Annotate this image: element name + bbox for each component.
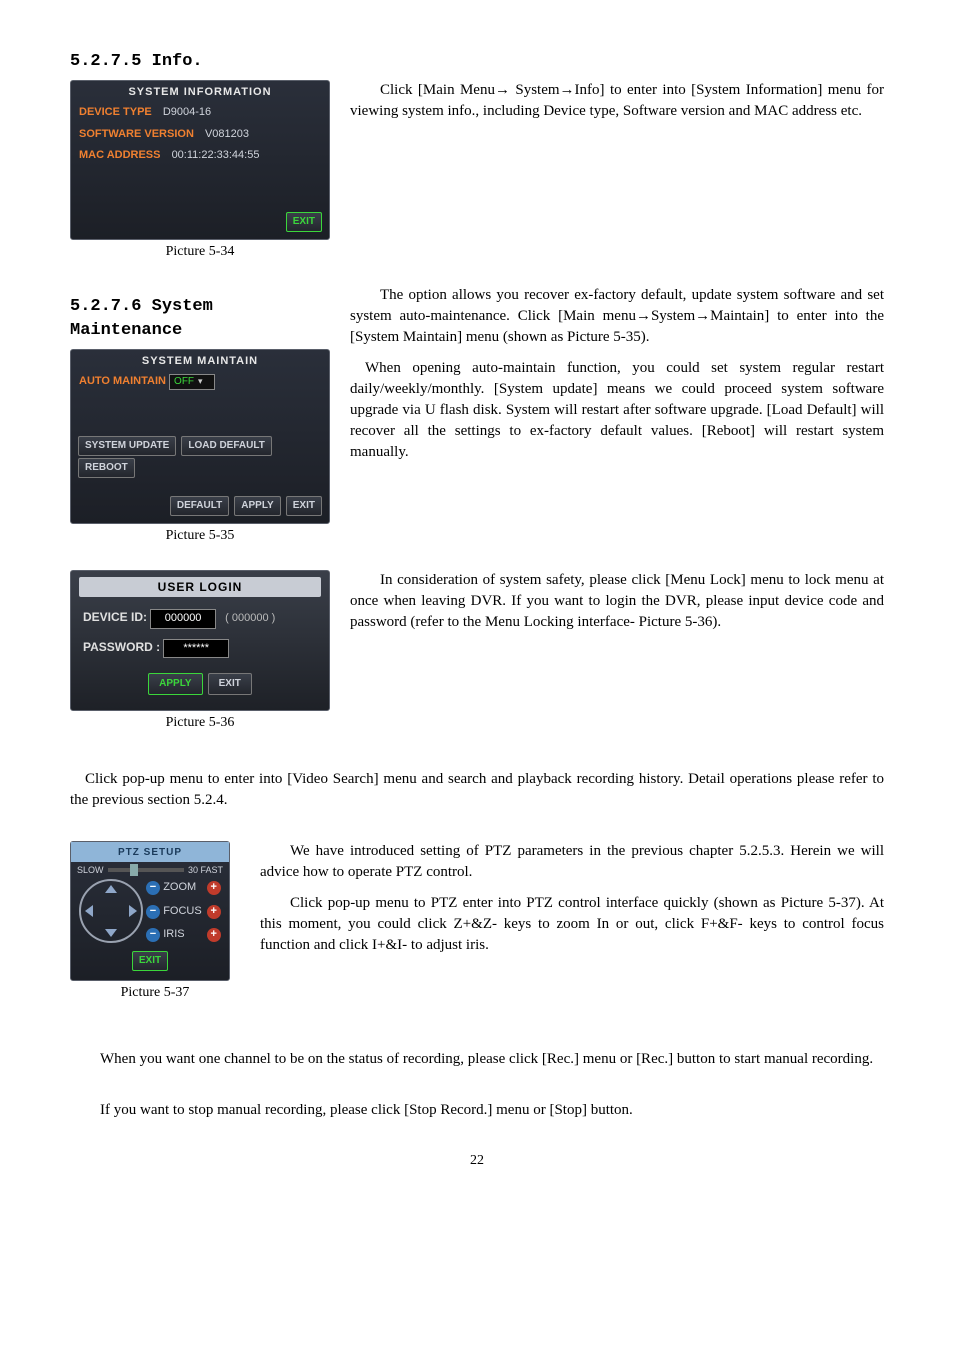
iris-plus-button[interactable]: + <box>207 928 221 942</box>
iris-label: IRIS <box>163 928 184 940</box>
zoom-plus-button[interactable]: + <box>207 881 221 895</box>
device-id-hint: ( 000000 ) <box>225 612 275 624</box>
exit-button[interactable]: EXIT <box>286 212 322 232</box>
exit-button[interactable]: EXIT <box>208 673 252 695</box>
arrow-left-icon[interactable] <box>85 905 93 917</box>
caption-5-37: Picture 5-37 <box>70 983 240 1003</box>
caption-5-35: Picture 5-35 <box>70 526 330 546</box>
system-update-button[interactable]: SYSTEM UPDATE <box>78 436 176 456</box>
software-version-value: V081203 <box>205 127 249 142</box>
password-input[interactable]: ****** <box>163 639 229 658</box>
software-version-label: SOFTWARE VERSION <box>79 127 194 142</box>
focus-minus-button[interactable]: − <box>146 905 160 919</box>
focus-plus-button[interactable]: + <box>207 905 221 919</box>
speed-slider[interactable] <box>108 868 184 872</box>
ptz-setup-panel: PTZ SETUP SLOW 30 FAST <box>70 841 230 982</box>
direction-pad[interactable] <box>79 879 143 943</box>
device-id-input[interactable]: 000000 <box>150 609 216 628</box>
slow-label: SLOW <box>77 864 104 877</box>
apply-button[interactable]: APPLY <box>148 673 202 695</box>
fast-label: 30 FAST <box>188 864 223 877</box>
system-maintain-panel: SYSTEM MAINTAIN AUTO MAINTAIN OFF SYSTEM… <box>70 349 330 524</box>
arrow-down-icon[interactable] <box>105 929 117 937</box>
ptz-body2: Click pop-up menu to PTZ enter into PTZ … <box>260 893 884 956</box>
video-search-para: Click pop-up menu to enter into [Video S… <box>70 769 884 811</box>
reboot-button[interactable]: REBOOT <box>78 458 135 478</box>
device-id-label: DEVICE ID: <box>83 610 147 624</box>
rec-para: When you want one channel to be on the s… <box>70 1049 884 1070</box>
caption-5-36: Picture 5-36 <box>70 713 330 733</box>
mac-address-label: MAC ADDRESS <box>79 148 161 163</box>
ptz-body1: We have introduced setting of PTZ parame… <box>260 841 884 883</box>
exit-button[interactable]: EXIT <box>286 496 322 516</box>
panel-title: USER LOGIN <box>79 577 321 598</box>
maintain-body2: When opening auto-maintain function, you… <box>350 358 884 463</box>
stop-para: If you want to stop manual recording, pl… <box>70 1100 884 1121</box>
auto-maintain-label: AUTO MAINTAIN <box>79 374 166 389</box>
login-body: In consideration of system safety, pleas… <box>350 570 884 633</box>
user-login-panel: USER LOGIN DEVICE ID: 000000 ( 000000 ) … <box>70 570 330 712</box>
focus-label: FOCUS <box>163 905 202 917</box>
load-default-button[interactable]: LOAD DEFAULT <box>181 436 271 456</box>
auto-maintain-dropdown[interactable]: OFF <box>169 374 215 390</box>
exit-button[interactable]: EXIT <box>132 951 168 971</box>
panel-title: SYSTEM MAINTAIN <box>71 350 329 371</box>
page-number: 22 <box>70 1151 884 1171</box>
info-body: Click [Main Menu→ System→Info] to enter … <box>350 80 884 122</box>
arrow-up-icon[interactable] <box>105 885 117 893</box>
zoom-minus-button[interactable]: − <box>146 881 160 895</box>
mac-address-value: 00:11:22:33:44:55 <box>172 148 260 163</box>
caption-5-34: Picture 5-34 <box>70 242 330 262</box>
zoom-label: ZOOM <box>163 881 196 893</box>
password-label: PASSWORD : <box>83 640 160 654</box>
maintain-body1: The option allows you recover ex-factory… <box>350 285 884 348</box>
system-information-panel: SYSTEM INFORMATION DEVICE TYPE D9004-16 … <box>70 80 330 240</box>
heading-5-2-7-6: 5.2.7.6 System Maintenance <box>70 295 330 343</box>
panel-title: SYSTEM INFORMATION <box>71 81 329 102</box>
default-button[interactable]: DEFAULT <box>170 496 229 516</box>
apply-button[interactable]: APPLY <box>234 496 280 516</box>
device-type-value: D9004-16 <box>163 105 211 120</box>
device-type-label: DEVICE TYPE <box>79 105 152 120</box>
heading-5-2-7-5: 5.2.7.5 Info. <box>70 50 884 74</box>
panel-title: PTZ SETUP <box>71 842 229 862</box>
arrow-right-icon[interactable] <box>129 905 137 917</box>
iris-minus-button[interactable]: − <box>146 928 160 942</box>
